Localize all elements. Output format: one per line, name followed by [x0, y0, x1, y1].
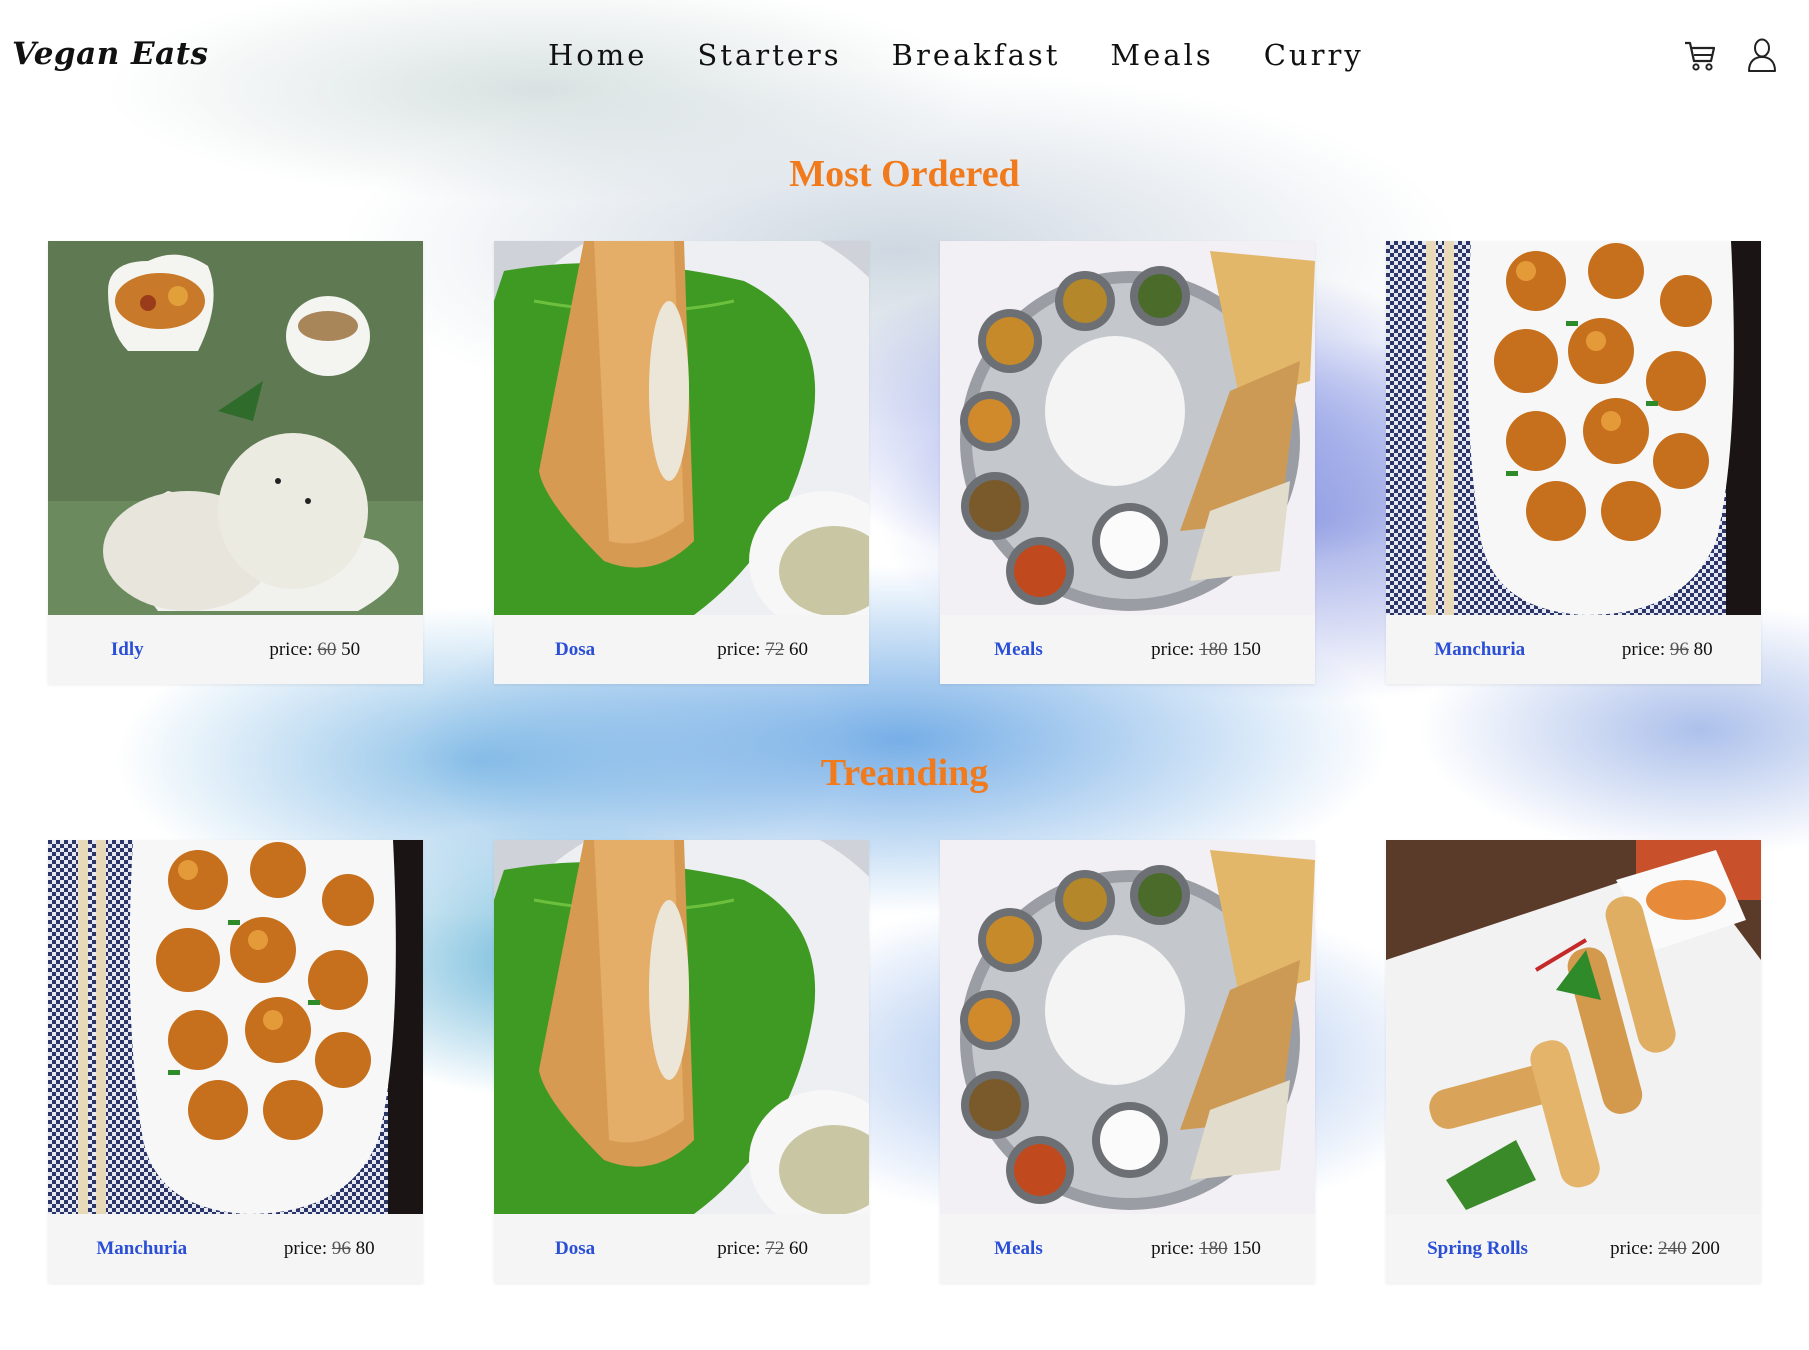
most-ordered-grid: Idly price: 60 50 Dosa price: 72 60 Meal… — [48, 241, 1761, 684]
item-name[interactable]: Dosa — [555, 639, 595, 661]
new-price: 60 — [788, 1237, 808, 1259]
dosa-image — [494, 241, 869, 615]
idly-image — [48, 241, 423, 615]
new-price: 60 — [788, 638, 808, 660]
nav-home[interactable]: Home — [548, 38, 647, 72]
card-info: Idly price: 60 50 — [48, 615, 423, 684]
food-card[interactable]: Spring Rolls price: 240 200 — [1386, 840, 1761, 1283]
spring-rolls-image — [1386, 840, 1761, 1214]
manchuria-image — [1386, 241, 1761, 615]
item-name[interactable]: Spring Rolls — [1427, 1238, 1528, 1260]
cart-icon[interactable] — [1683, 37, 1717, 73]
new-price: 150 — [1232, 638, 1261, 660]
new-price: 200 — [1691, 1237, 1720, 1259]
nav-curry[interactable]: Curry — [1264, 38, 1364, 72]
old-price: 180 — [1199, 638, 1228, 660]
new-price: 80 — [355, 1237, 375, 1259]
item-name[interactable]: Manchuria — [1434, 639, 1525, 661]
section-title-most-ordered: Most Ordered — [789, 153, 1020, 195]
item-price: price: 72 60 — [717, 1237, 808, 1259]
food-card[interactable]: Idly price: 60 50 — [48, 241, 423, 684]
nav-meals[interactable]: Meals — [1110, 38, 1213, 72]
old-price: 96 — [331, 1237, 351, 1259]
card-info: Meals price: 180 150 — [940, 615, 1315, 684]
item-price: price: 72 60 — [717, 638, 808, 660]
meals-image — [940, 840, 1315, 1214]
item-name[interactable]: Manchuria — [96, 1238, 187, 1260]
food-card[interactable]: Dosa price: 72 60 — [494, 241, 869, 684]
meals-image — [940, 241, 1315, 615]
nav-starters[interactable]: Starters — [697, 38, 841, 72]
section-title-trending: Treanding — [820, 752, 989, 794]
item-name[interactable]: Idly — [111, 639, 144, 661]
food-card[interactable]: Dosa price: 72 60 — [494, 840, 869, 1283]
card-info: Manchuria price: 96 80 — [48, 1214, 423, 1283]
item-name[interactable]: Meals — [994, 1238, 1043, 1260]
old-price: 240 — [1658, 1237, 1687, 1259]
site-header: Vegan Eats Home Starters Breakfast Meals… — [0, 0, 1809, 115]
logo[interactable]: Vegan Eats — [12, 36, 209, 72]
old-price: 72 — [765, 638, 785, 660]
trending-grid: Manchuria price: 96 80 Dosa price: 72 60 — [48, 840, 1761, 1283]
header-icons — [1683, 37, 1779, 73]
item-name[interactable]: Meals — [994, 639, 1043, 661]
new-price: 150 — [1232, 1237, 1261, 1259]
item-price: price: 180 150 — [1151, 1237, 1261, 1259]
user-icon[interactable] — [1745, 37, 1779, 73]
card-info: Manchuria price: 96 80 — [1386, 615, 1761, 684]
main-nav: Home Starters Breakfast Meals Curry — [548, 38, 1364, 72]
item-price: price: 180 150 — [1151, 638, 1261, 660]
new-price: 80 — [1693, 638, 1713, 660]
item-price: price: 96 80 — [1621, 638, 1713, 660]
nav-breakfast[interactable]: Breakfast — [892, 38, 1061, 72]
old-price: 96 — [1669, 638, 1689, 660]
old-price: 72 — [765, 1237, 785, 1259]
item-price: price: 96 80 — [283, 1237, 375, 1259]
item-price: price: 240 200 — [1610, 1237, 1720, 1259]
old-price: 180 — [1199, 1237, 1228, 1259]
item-name[interactable]: Dosa — [555, 1238, 595, 1260]
manchuria-image — [48, 840, 423, 1214]
food-card[interactable]: Meals price: 180 150 — [940, 241, 1315, 684]
food-card[interactable]: Manchuria price: 96 80 — [1386, 241, 1761, 684]
old-price: 60 — [317, 638, 337, 660]
card-info: Spring Rolls price: 240 200 — [1386, 1214, 1761, 1283]
dosa-image — [494, 840, 869, 1214]
food-card[interactable]: Meals price: 180 150 — [940, 840, 1315, 1283]
item-price: price: 60 50 — [269, 638, 361, 660]
new-price: 50 — [341, 638, 361, 660]
card-info: Meals price: 180 150 — [940, 1214, 1315, 1283]
food-card[interactable]: Manchuria price: 96 80 — [48, 840, 423, 1283]
card-info: Dosa price: 72 60 — [494, 1214, 869, 1283]
card-info: Dosa price: 72 60 — [494, 615, 869, 684]
